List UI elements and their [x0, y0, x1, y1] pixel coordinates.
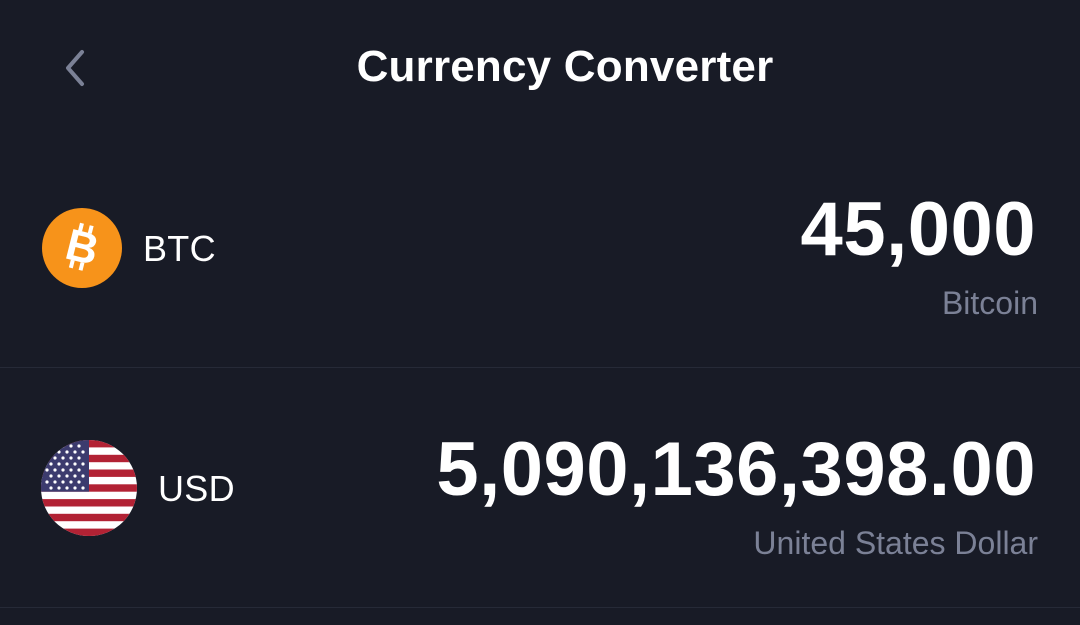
currency-code: BTC [143, 228, 216, 269]
header: Currency Converter [0, 0, 1080, 130]
amount-input[interactable]: 45,000 [801, 188, 1036, 272]
currency-name: United States Dollar [753, 525, 1038, 561]
currency-row-btc[interactable]: B BTC 45,000 Bitcoin [0, 128, 1080, 368]
us-flag-icon [41, 440, 137, 536]
currency-converter-screen: Currency Converter B BTC 45,000 Bitcoin [0, 0, 1080, 625]
page-title: Currency Converter [356, 42, 774, 91]
currency-name: Bitcoin [941, 285, 1038, 321]
currency-row-usd[interactable]: USD 5,090,136,398.00 United States Dolla… [0, 368, 1080, 608]
currency-code: USD [158, 468, 235, 509]
bitcoin-icon: B [42, 208, 122, 288]
amount-input[interactable]: 5,090,136,398.00 [436, 428, 1036, 512]
